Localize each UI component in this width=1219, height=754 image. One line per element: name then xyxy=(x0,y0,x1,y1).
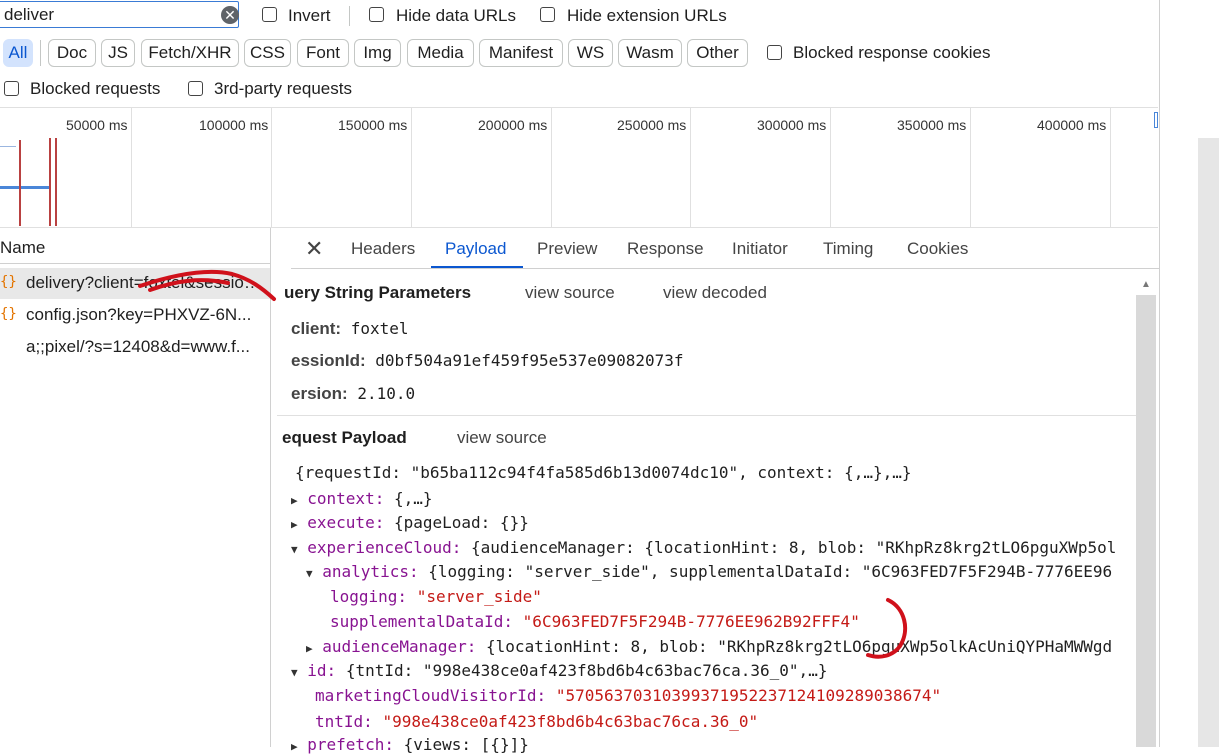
annotation-strike-mark xyxy=(138,269,276,301)
annotation-overlay xyxy=(138,269,908,659)
annotation-bracket-mark xyxy=(866,598,908,659)
